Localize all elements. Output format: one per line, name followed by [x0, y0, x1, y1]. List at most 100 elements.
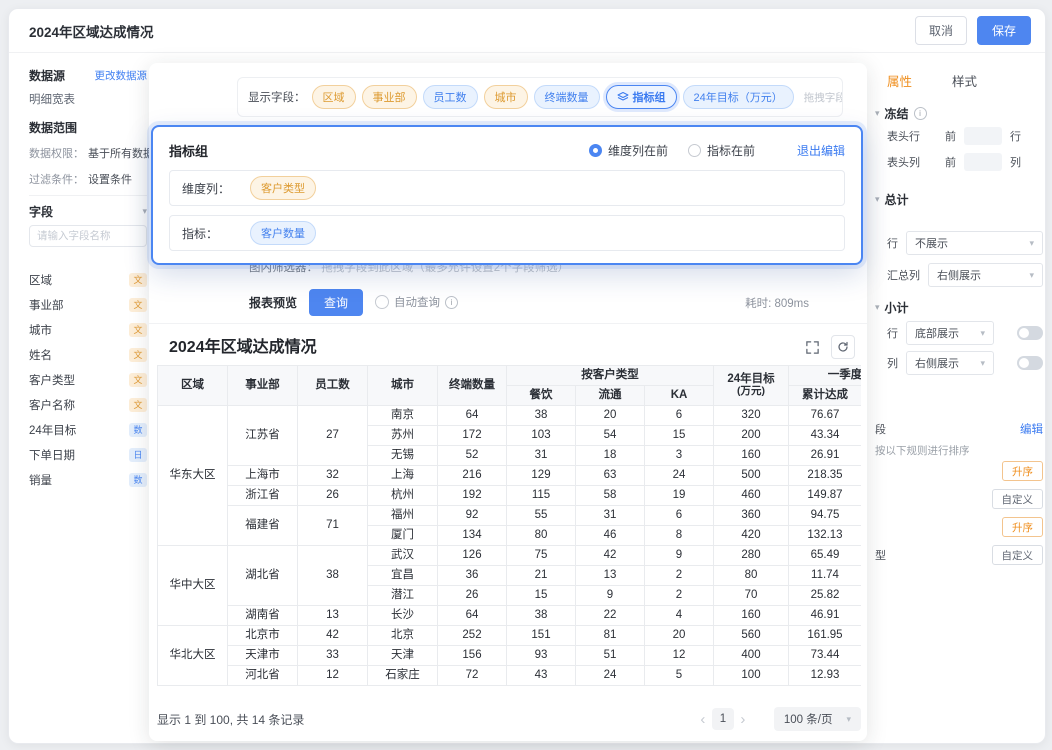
- page-size-select[interactable]: 100 条/页 ▾: [774, 707, 861, 731]
- table-cell: 南京: [368, 406, 438, 426]
- subtotal-col-toggle[interactable]: [1017, 356, 1043, 370]
- field-item[interactable]: 销量数: [29, 467, 147, 492]
- report-table: 区域 事业部 员工数 城市 终端数量 按客户类型 24年目标 (万元) 一季度: [157, 365, 861, 686]
- dimension-field-pill[interactable]: 客户类型: [250, 176, 316, 200]
- sort-custom-button[interactable]: 自定义: [992, 489, 1044, 509]
- data-permission-value[interactable]: 基于所有数据: [88, 145, 154, 161]
- chevron-down-icon[interactable]: ▾: [875, 194, 880, 205]
- display-field-pill[interactable]: 城市: [484, 85, 528, 109]
- edit-sort-link[interactable]: 编辑: [1020, 421, 1043, 437]
- field-name: 客户类型: [29, 372, 75, 388]
- table-cell: 6: [645, 506, 714, 526]
- summary-col-value: 右侧展示: [937, 267, 981, 283]
- table-footer: 显示 1 到 100, 共 14 条记录 ‹ 1 › 100 条/页 ▾: [157, 705, 861, 733]
- fields-list: 区域文事业部文城市文姓名文客户类型文客户名称文24年目标数下单日期日销量数: [29, 267, 147, 492]
- field-search-input[interactable]: [29, 225, 147, 247]
- table-cell: 126: [438, 546, 507, 566]
- table-cell: 75: [507, 546, 576, 566]
- expand-icon[interactable]: [801, 336, 823, 358]
- field-item[interactable]: 客户名称文: [29, 392, 147, 417]
- total-row-select[interactable]: 不展示 ▾: [906, 231, 1043, 255]
- sort-asc-button[interactable]: 升序: [1002, 461, 1043, 481]
- table-cell: 73.44: [789, 646, 862, 666]
- pill-label: 城市: [495, 89, 517, 105]
- app-window: 2024年区域达成情况 取消 保存 数据源 更改数据源 明细宽表 数据范围 数据…: [8, 8, 1046, 744]
- table-cell: 华东大区: [158, 406, 228, 546]
- display-field-pill[interactable]: 终端数量: [534, 85, 600, 109]
- refresh-icon[interactable]: [831, 335, 855, 359]
- field-item[interactable]: 24年目标数: [29, 417, 147, 442]
- tab-style[interactable]: 样式: [952, 71, 977, 90]
- next-page-icon[interactable]: ›: [734, 711, 752, 728]
- display-field-pill[interactable]: 区域: [312, 85, 356, 109]
- radio-dimension-first[interactable]: 维度列在前: [589, 142, 668, 159]
- table-cell: 11.74: [789, 566, 862, 586]
- table-cell: 160: [714, 446, 789, 466]
- current-page[interactable]: 1: [712, 708, 734, 730]
- table-cell: 厦门: [368, 526, 438, 546]
- table-cell: 46: [576, 526, 645, 546]
- subtotal-row-select[interactable]: 底部展示 ▾: [906, 321, 994, 345]
- field-item[interactable]: 区域文: [29, 267, 147, 292]
- subtotal-row-toggle[interactable]: [1017, 326, 1043, 340]
- field-name: 姓名: [29, 347, 52, 363]
- radio-measure-first[interactable]: 指标在前: [688, 142, 755, 159]
- display-field-pill[interactable]: 事业部: [362, 85, 417, 109]
- data-permission-label: 数据权限：: [29, 145, 84, 161]
- chevron-down-icon[interactable]: ▾: [142, 206, 147, 217]
- sort-custom-button[interactable]: 自定义: [992, 545, 1044, 565]
- sort-asc-button[interactable]: 升序: [1002, 517, 1043, 537]
- page-title: 2024年区域达成情况: [29, 21, 154, 41]
- query-button[interactable]: 查询: [309, 289, 363, 316]
- table-cell: 31: [507, 446, 576, 466]
- table-cell: 38: [507, 406, 576, 426]
- field-item[interactable]: 城市文: [29, 317, 147, 342]
- subtotal-col-select[interactable]: 右侧展示 ▾: [906, 351, 994, 375]
- cancel-button[interactable]: 取消: [915, 16, 967, 45]
- chevron-down-icon: ▾: [1029, 238, 1034, 249]
- display-field-pill[interactable]: 员工数: [423, 85, 478, 109]
- field-item[interactable]: 事业部文: [29, 292, 147, 317]
- summary-col-select[interactable]: 右侧展示 ▾: [928, 263, 1043, 287]
- indicator-group-pill[interactable]: 指标组: [606, 85, 677, 109]
- freeze-rows-input[interactable]: [964, 127, 1002, 145]
- freeze-cols-input[interactable]: [964, 153, 1002, 171]
- dimension-columns-row[interactable]: 维度列： 客户类型: [169, 170, 845, 206]
- table-cell: 华中大区: [158, 546, 228, 626]
- exit-edit-link[interactable]: 退出编辑: [797, 142, 845, 159]
- table-cell: 93: [507, 646, 576, 666]
- chevron-down-icon[interactable]: ▾: [875, 302, 880, 313]
- field-item[interactable]: 姓名文: [29, 342, 147, 367]
- field-type-tag: 数: [129, 423, 147, 437]
- table-cell: 8: [645, 526, 714, 546]
- left-sidebar: 数据源 更改数据源 明细宽表 数据范围 数据权限： 基于所有数据 过滤条件： 设…: [29, 63, 147, 723]
- chevron-down-icon[interactable]: ▾: [875, 108, 880, 119]
- report-table-container[interactable]: 区域 事业部 员工数 城市 终端数量 按客户类型 24年目标 (万元) 一季度: [157, 365, 861, 687]
- field-item[interactable]: 下单日期日: [29, 442, 147, 467]
- table-cell: 200: [714, 426, 789, 446]
- auto-query-checkbox[interactable]: [375, 295, 389, 309]
- table-cell: 22: [576, 606, 645, 626]
- display-field-pill[interactable]: 24年目标（万元）: [683, 85, 794, 109]
- table-cell: 156: [438, 646, 507, 666]
- info-icon: i: [445, 296, 458, 309]
- tab-properties[interactable]: 属性: [887, 71, 912, 90]
- filter-condition-value[interactable]: 设置条件: [88, 171, 132, 187]
- table-cell: 9: [645, 546, 714, 566]
- measures-row[interactable]: 指标： 客户数量: [169, 215, 845, 251]
- col-header: 终端数量: [438, 366, 507, 406]
- table-cell: 26: [298, 486, 368, 506]
- prev-page-icon[interactable]: ‹: [694, 711, 712, 728]
- save-button[interactable]: 保存: [977, 16, 1031, 45]
- field-item[interactable]: 客户类型文: [29, 367, 147, 392]
- measure-field-pill[interactable]: 客户数量: [250, 221, 316, 245]
- subtotal-row-value: 底部展示: [915, 325, 959, 341]
- table-cell: 160: [714, 606, 789, 626]
- table-cell: 25.82: [789, 586, 862, 606]
- total-row-value: 不展示: [915, 235, 948, 251]
- table-cell: 福州: [368, 506, 438, 526]
- preview-label: 报表预览: [249, 294, 297, 311]
- sort-rule-description: 按以下规则进行排序: [875, 443, 1043, 458]
- table-cell: 9: [576, 586, 645, 606]
- change-datasource-link[interactable]: 更改数据源: [95, 68, 148, 83]
